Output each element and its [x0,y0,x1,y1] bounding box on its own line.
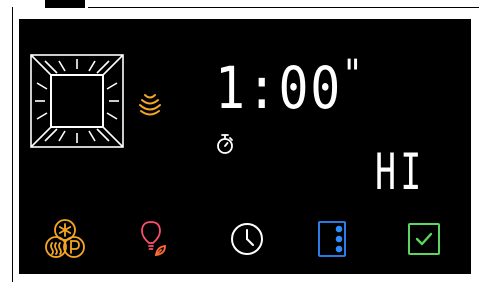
snowflake-icon [58,223,72,237]
cook-time-display: 1:00 " [215,53,363,127]
oven-interior-icon [29,53,125,149]
stopwatch-icon [215,133,235,155]
options-button[interactable] [310,217,354,261]
cook-time-value: 1:00 [215,54,343,122]
presets-button[interactable] [43,217,87,261]
top-border [88,7,479,8]
light-bulb-icon [141,221,161,250]
leaf-icon [154,244,166,257]
power-level-display: HI [375,143,426,201]
microwave-waves-icon [137,91,163,117]
light-button[interactable] [130,217,174,261]
confirm-button[interactable] [402,217,446,261]
left-border [12,7,13,282]
pizza-icon [70,240,80,254]
control-panel-display: 1:00 " HI [19,19,471,274]
top-tab [45,0,85,8]
clock-button[interactable] [225,217,269,261]
cook-time-unit-mark: " [342,52,363,98]
steam-icon [50,242,62,255]
